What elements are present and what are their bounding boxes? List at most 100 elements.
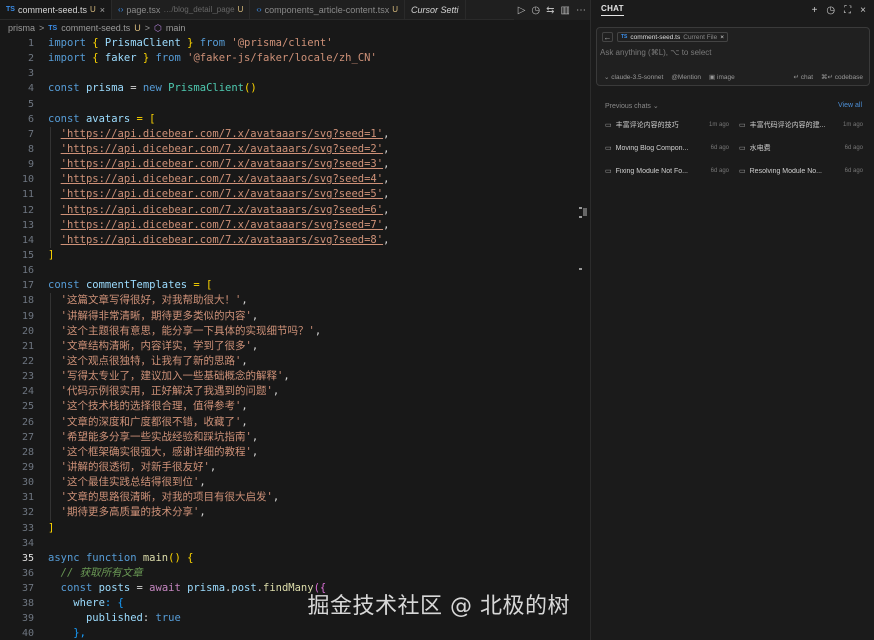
close-icon[interactable]: × (720, 34, 724, 41)
avatar-url[interactable]: 'https://api.dicebear.com/7.x/avataaars/… (61, 234, 383, 246)
compare-icon[interactable]: ⇆ (546, 5, 554, 16)
indent-guide (50, 459, 51, 476)
indent-guide (50, 308, 51, 324)
indent-guide (50, 505, 51, 521)
previous-chat-item[interactable]: ▭ 水电费 6d ago (739, 142, 863, 154)
template-string: '文章的深度和广度都很不错，收藏了' (60, 415, 242, 428)
image-button[interactable]: ▣ image (709, 73, 735, 81)
enter-icon: ↵ (793, 74, 801, 81)
image-icon: ▣ (709, 74, 717, 81)
code-line: 21 '文章结构清晰，内容详实，学到了很多', (0, 338, 590, 354)
avatar-url[interactable]: 'https://api.dicebear.com/7.x/avataaars/… (61, 188, 383, 200)
tab-label: comment-seed.ts (17, 4, 87, 15)
template-string: '期待更多高质量的技术分享' (60, 506, 200, 519)
chevron-right-icon: > (39, 23, 45, 33)
previous-chats-label[interactable]: Previous chats ⌄ (605, 102, 659, 110)
chat-input[interactable] (600, 45, 866, 59)
template-string: '这个框架确实很强大，感谢详细的教程' (60, 445, 252, 458)
maximize-icon[interactable]: ⛶ (844, 5, 851, 16)
code-line: 7 'https://api.dicebear.com/7.x/avataaar… (0, 126, 590, 142)
arrow-left-icon[interactable]: ← (602, 32, 613, 42)
close-icon[interactable]: × (100, 5, 105, 15)
tab-article-content[interactable]: ‹› components_article-content.tsx U (250, 0, 406, 19)
previous-chat-item[interactable]: ▭ Moving Blog Compon... 6d ago (605, 142, 729, 154)
context-file-pill[interactable]: TS comment-seed.ts Current File × (617, 32, 729, 42)
indent-guide (50, 217, 51, 233)
template-string: '文章的思路很清晰，对我的项目有很大启发' (60, 491, 273, 504)
chat-panel: CHAT + ◷ ⛶ × ← TS comment-seed.ts Curren… (590, 0, 874, 640)
history-icon[interactable]: ◷ (531, 5, 540, 16)
run-icon[interactable]: ▷ (518, 5, 526, 16)
previous-chat-item[interactable]: ▭ 丰富代码评论内容的建... 1m ago (739, 119, 863, 131)
split-editor-icon[interactable]: ▥ (561, 5, 570, 16)
overview-ruler-mark (579, 216, 582, 218)
avatar-url[interactable]: 'https://api.dicebear.com/7.x/avataaars/… (61, 158, 383, 170)
code-line: 13 'https://api.dicebear.com/7.x/avataaa… (0, 217, 590, 233)
chat-bubble-icon: ▭ (605, 168, 612, 175)
tab-cursor-settings[interactable]: Cursor Setti (405, 0, 466, 19)
indent-guide (50, 126, 51, 142)
previous-chat-title: 水电费 (749, 145, 771, 152)
code-line: 3 (27, 68, 34, 80)
typescript-file-icon: TS (48, 24, 58, 32)
composer-footer: ⌄ claude-3.5-sonnet @Mention ▣ image ↵ c… (604, 73, 863, 82)
tab-comment-seed[interactable]: TS comment-seed.ts U × (0, 0, 113, 19)
breadcrumb-folder[interactable]: prisma (8, 23, 35, 33)
command-icon: ⌘↵ (821, 74, 835, 81)
indent-guide (50, 475, 51, 491)
view-all-link[interactable]: View all (838, 102, 862, 110)
breadcrumb: prisma > TS comment-seed.ts U > ⬡ main (0, 20, 590, 36)
avatar-url[interactable]: 'https://api.dicebear.com/7.x/avataaars/… (61, 143, 383, 155)
overview-ruler-mark (579, 268, 582, 270)
avatar-url[interactable]: 'https://api.dicebear.com/7.x/avataaars/… (61, 128, 383, 140)
new-chat-icon[interactable]: + (812, 5, 818, 16)
function-symbol-icon: ⬡ (154, 22, 162, 33)
code-line: 4 const prisma = new PrismaClient() (27, 82, 257, 95)
template-string: '文章结构清晰，内容详实，学到了很多' (60, 339, 252, 352)
previous-chat-item[interactable]: ▭ 丰富评论内容的技巧 1m ago (605, 119, 729, 131)
close-icon[interactable]: × (860, 5, 866, 16)
breadcrumb-file[interactable]: comment-seed.ts (61, 23, 130, 33)
previous-chat-title: 丰富代码评论内容的建... (749, 122, 826, 129)
tab-page-tsx[interactable]: ‹› page.tsx …/blog_detail_page U (112, 0, 251, 19)
scrollbar-thumb[interactable] (583, 208, 587, 216)
chat-bubble-icon: ▭ (739, 145, 746, 152)
tab-label: Cursor Setti (411, 4, 459, 15)
chat-title[interactable]: CHAT (601, 4, 624, 16)
indent-guide (50, 353, 51, 370)
mention-button[interactable]: @Mention (671, 74, 701, 81)
at-icon: @ (671, 73, 678, 81)
breadcrumb-symbol[interactable]: main (166, 23, 186, 33)
previous-chats-header: Previous chats ⌄ View all (605, 102, 862, 110)
avatar-url[interactable]: 'https://api.dicebear.com/7.x/avataaars/… (61, 173, 383, 185)
previous-chat-item[interactable]: ▭ Resolving Module No... 6d ago (739, 165, 863, 177)
code-line: 6 const avatars = [ (27, 112, 156, 125)
indent-guide (50, 172, 51, 188)
template-string: '这个主题很有意思，能分享一下具体的实现细节吗？' (60, 324, 315, 337)
code-line: 23 '写得太专业了，建议加入一些基础概念的解释', (0, 369, 590, 385)
template-string: '这个观点很独特，让我有了新的思路' (60, 354, 242, 367)
code-editor[interactable]: 1 import { PrismaClient } from '@prisma/c… (0, 36, 590, 640)
codebase-submit-button[interactable]: ⌘↵ codebase (821, 73, 863, 81)
template-string: '讲解得非常清晰，期待更多类似的内容' (60, 309, 252, 322)
code-line: 28 '这个框架确实很强大，感谢详细的教程', (0, 444, 590, 460)
avatar-url[interactable]: 'https://api.dicebear.com/7.x/avataaars/… (61, 204, 383, 216)
model-selector[interactable]: ⌄ claude-3.5-sonnet (604, 73, 663, 81)
more-icon[interactable]: ⋯ (576, 5, 586, 16)
code-line: 8 'https://api.dicebear.com/7.x/avataaar… (0, 141, 590, 158)
code-line: 31 '文章的思路很清晰，对我的项目有很大启发', (0, 490, 590, 506)
history-icon[interactable]: ◷ (826, 5, 835, 16)
indent-guide (50, 399, 51, 415)
react-file-icon: ‹› (118, 5, 124, 14)
previous-chat-title: Resolving Module No... (749, 167, 822, 175)
code-line: 1 import { PrismaClient } from '@prisma/c… (27, 37, 333, 49)
avatar-url[interactable]: 'https://api.dicebear.com/7.x/avataaars/… (61, 219, 383, 231)
code-line: 34 (21, 537, 34, 549)
previous-chat-item[interactable]: ▭ Fixing Module Not Fo... 6d ago (605, 165, 729, 177)
indent-guide (50, 490, 51, 506)
indent-guide (50, 232, 51, 248)
previous-chat-title: Fixing Module Not Fo... (615, 167, 688, 175)
indent-guide (50, 338, 51, 354)
code-line: 19 '讲解得非常清晰，期待更多类似的内容', (0, 308, 590, 324)
chat-submit-button[interactable]: ↵ chat (793, 73, 813, 81)
